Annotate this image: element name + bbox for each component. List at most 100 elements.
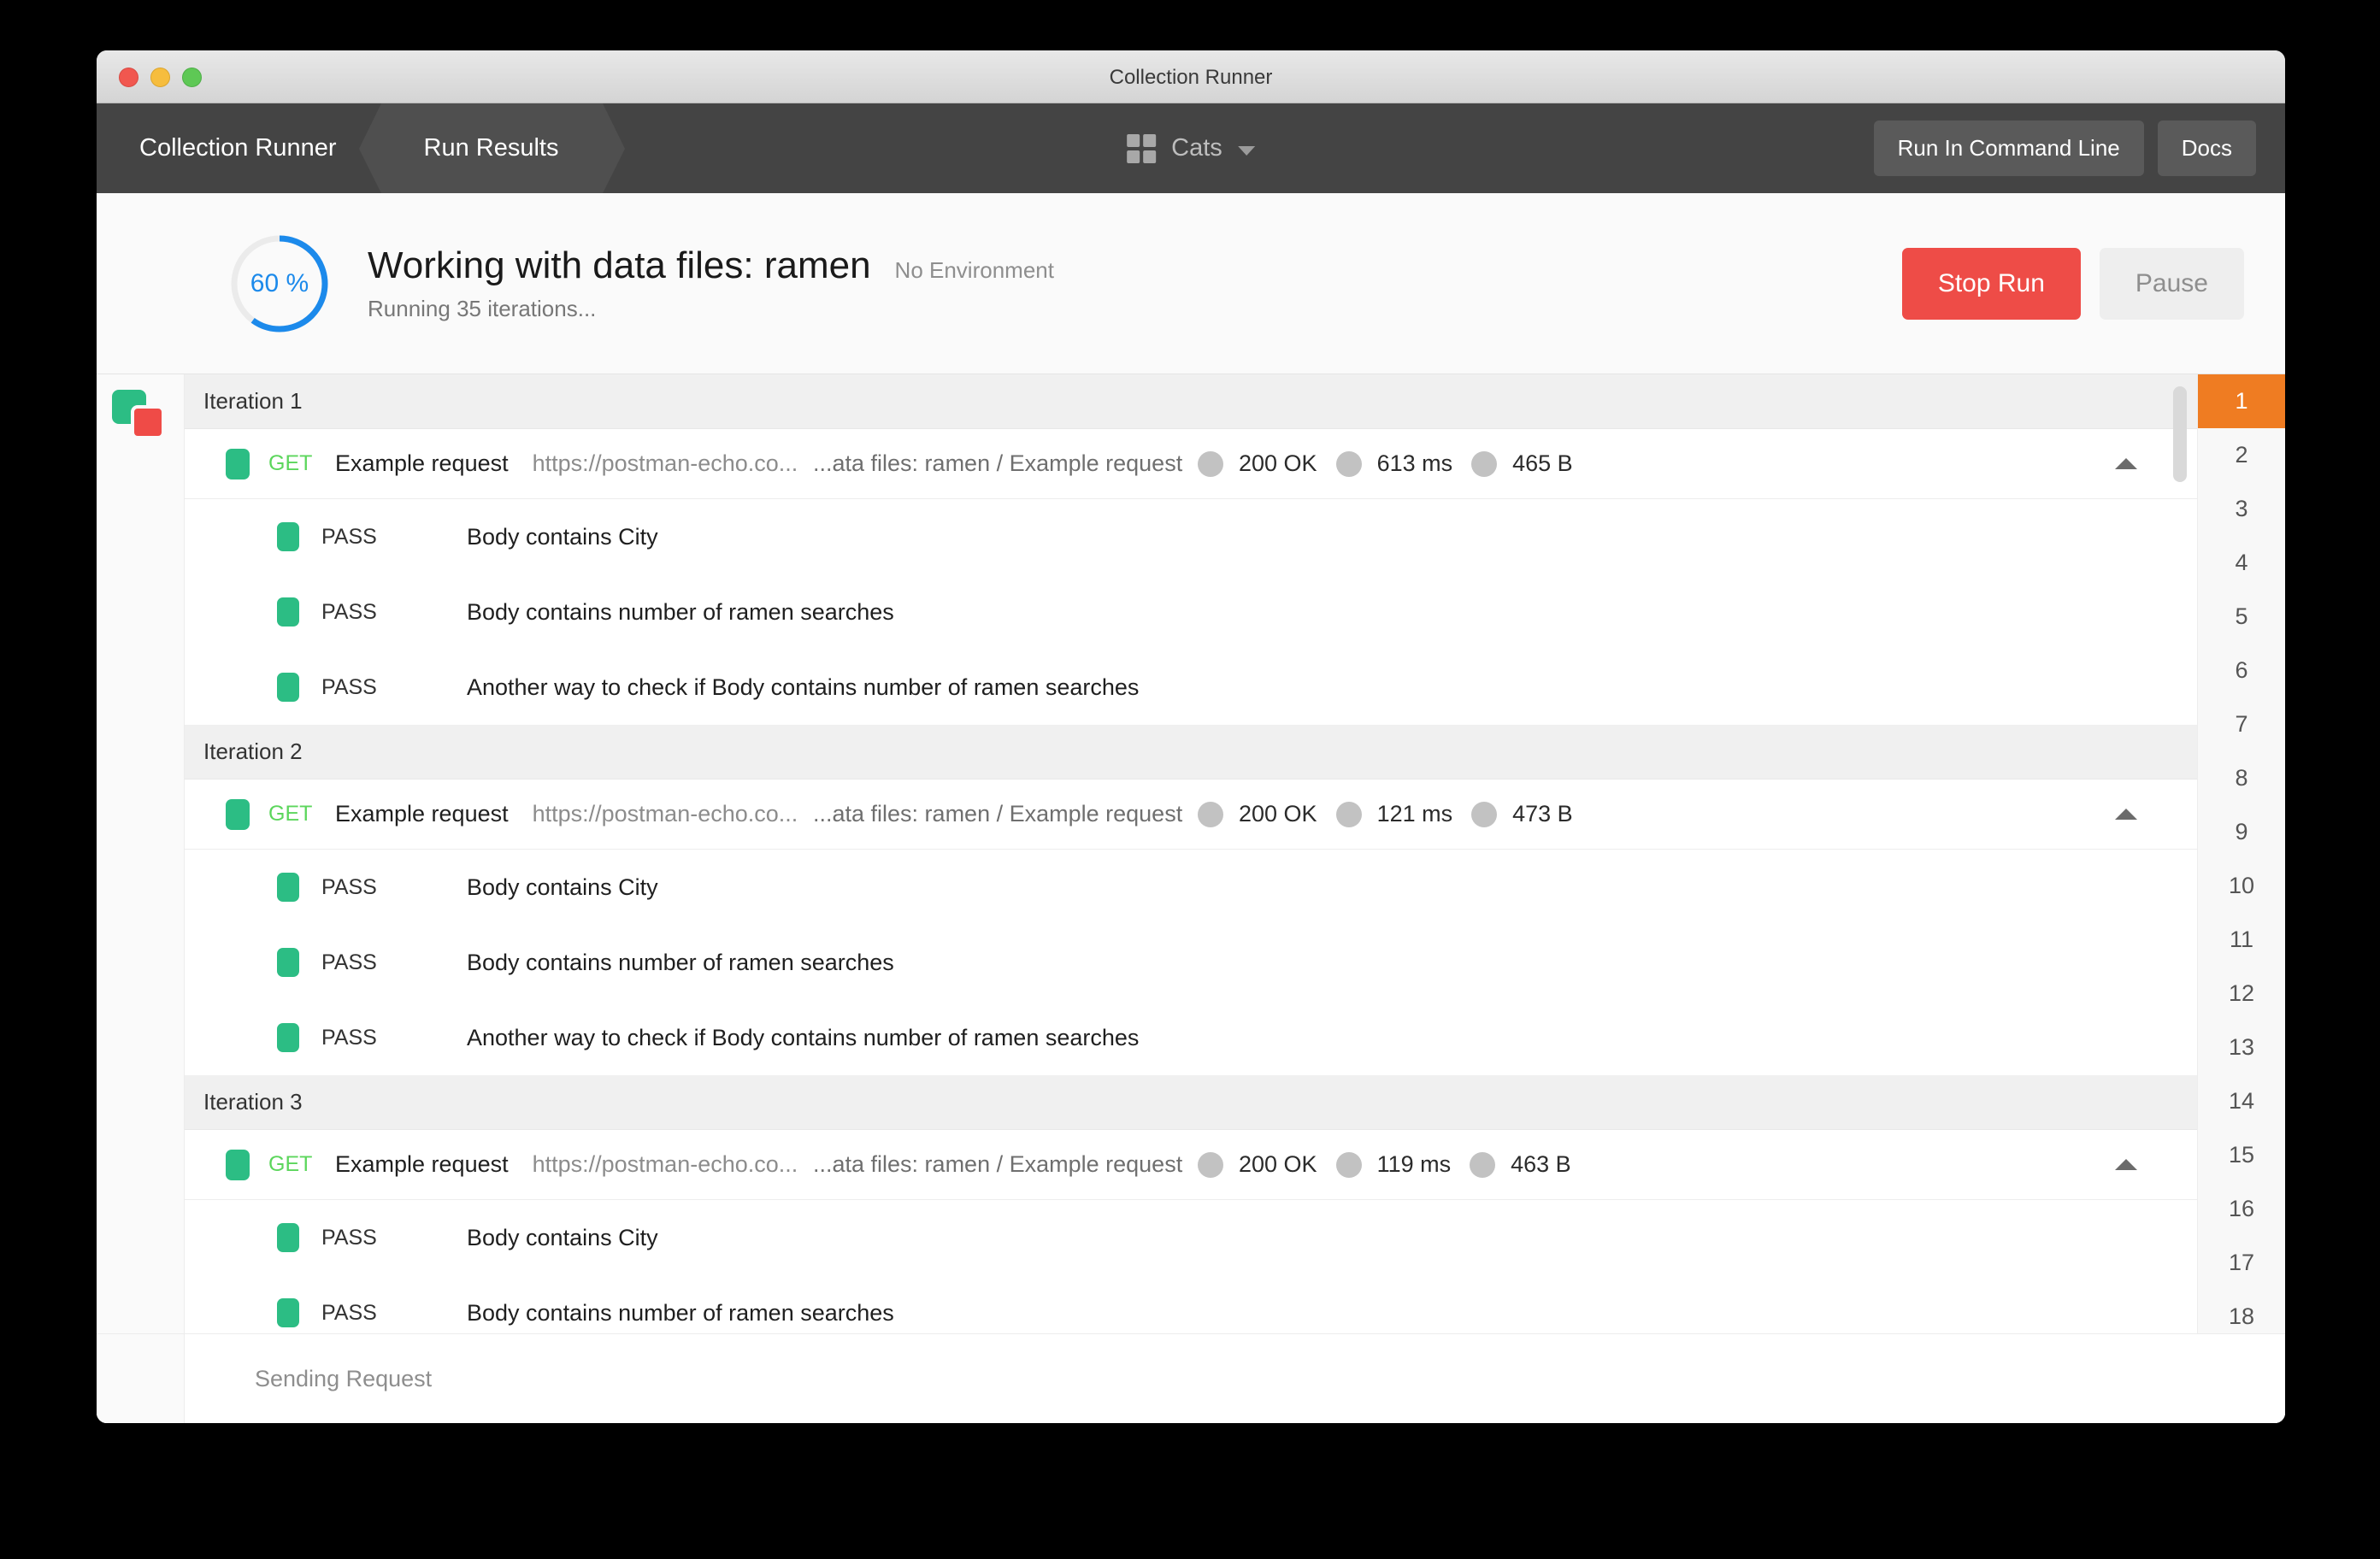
collection-selector[interactable]: Cats [1127,133,1255,163]
iteration-sidebar[interactable]: 12345678910111213141516171819 [2197,374,2285,1423]
iteration-sidebar-item[interactable]: 11 [2198,913,2285,967]
iteration-sidebar-item[interactable]: 3 [2198,482,2285,536]
test-row: PASS Body contains number of ramen search… [185,925,2197,1000]
progress-percent-label: 60 % [250,268,309,297]
run-status-text: Running 35 iterations... [368,296,597,321]
request-url: https://postman-echo.co... [532,801,798,827]
test-status-square-icon [277,522,299,551]
iteration-header: Iteration 1 [185,374,2197,429]
request-path: ...ata files: ramen / Example request [813,450,1183,476]
fail-square-icon [131,405,165,439]
iteration-sidebar-item[interactable]: 17 [2198,1236,2285,1290]
test-row: PASS Body contains City [185,850,2197,925]
iteration-sidebar-item[interactable]: 2 [2198,428,2285,482]
iteration-sidebar-item[interactable]: 14 [2198,1074,2285,1128]
test-name: Body contains number of ramen searches [467,1299,894,1326]
results-list[interactable]: Iteration 1 GET Example request https://pos… [185,374,2197,1423]
iteration-sidebar-item[interactable]: 5 [2198,590,2285,644]
test-row: PASS Body contains City [185,1200,2197,1275]
results-body: Iteration 1 GET Example request https://pos… [97,374,2285,1423]
docs-button[interactable]: Docs [2157,121,2256,176]
status-code: 200 OK [1239,1151,1317,1177]
request-name: Example request [335,1151,509,1177]
test-name: Body contains City [467,874,658,900]
left-rail [97,374,185,1423]
stop-run-button[interactable]: Stop Run [1901,247,2081,320]
iteration-sidebar-item[interactable]: 7 [2198,697,2285,751]
grid-icon [1127,133,1157,163]
request-url: https://postman-echo.co... [532,450,798,476]
results-list-inner: Iteration 1 GET Example request https://pos… [185,374,2197,1423]
response-time: 613 ms [1376,450,1453,476]
iteration-sidebar-item[interactable]: 1 [2198,374,2285,428]
request-row[interactable]: GET Example request https://postman-echo.c… [185,429,2197,499]
test-name: Body contains City [467,1224,658,1250]
results-scrollbar-thumb[interactable] [2173,386,2187,482]
test-row: PASS Body contains number of ramen search… [185,574,2197,650]
iteration-sidebar-item[interactable]: 13 [2198,1021,2285,1074]
request-status-square-icon [226,798,250,830]
test-status-square-icon [277,1223,299,1252]
time-dot-icon [1335,1151,1362,1178]
run-title: Working with data files: ramen [368,244,871,286]
request-status-square-icon [226,448,250,479]
results-scrollbar[interactable] [2173,386,2187,1411]
request-name: Example request [335,450,509,476]
request-metrics: 200 OK 119 ms 463 B [1198,1151,1571,1178]
response-size: 465 B [1512,450,1573,476]
request-method: GET [268,451,313,475]
test-status-square-icon [277,873,299,902]
response-size: 473 B [1512,801,1573,827]
top-navigation-bar: Collection Runner Run Results Cats Run I… [97,103,2285,193]
test-name: Another way to check if Body contains nu… [467,1024,1140,1050]
metric-status: 200 OK [1198,1151,1317,1178]
test-result: PASS [321,674,377,699]
request-path: ...ata files: ramen / Example request [813,801,1183,827]
run-in-command-line-button[interactable]: Run In Command Line [1873,121,2144,176]
iteration-sidebar-item[interactable]: 9 [2198,805,2285,859]
test-status-square-icon [277,1023,299,1052]
status-dot-icon [1198,1151,1223,1178]
iteration-sidebar-item[interactable]: 6 [2198,644,2285,697]
request-url: https://postman-echo.co... [532,1151,798,1177]
iteration-sidebar-item[interactable]: 10 [2198,859,2285,913]
metric-size: 465 B [1471,450,1573,477]
metric-size: 473 B [1471,801,1573,827]
iteration-sidebar-item[interactable]: 4 [2198,536,2285,590]
request-method: GET [268,1152,313,1176]
test-result: PASS [321,874,377,899]
iteration-sidebar-item[interactable]: 15 [2198,1128,2285,1182]
topnav-actions: Run In Command Line Docs [1873,121,2256,176]
test-result: PASS [321,1025,377,1050]
test-result: PASS [321,1225,377,1250]
request-method: GET [268,802,313,826]
test-row: PASS Body contains City [185,499,2197,574]
request-metrics: 200 OK 121 ms 473 B [1198,801,1573,827]
collection-name-label: Cats [1171,134,1222,162]
test-status-square-icon [277,597,299,627]
time-dot-icon [1335,450,1362,477]
response-time: 121 ms [1376,801,1453,827]
iteration-sidebar-item[interactable]: 12 [2198,967,2285,1021]
chevron-up-icon[interactable] [2115,1159,2137,1170]
status-code: 200 OK [1239,801,1317,827]
chevron-up-icon[interactable] [2115,809,2137,820]
test-row: PASS Another way to check if Body contain… [185,1000,2197,1075]
tab-run-results[interactable]: Run Results [358,103,626,193]
test-result: PASS [321,599,377,624]
request-status-square-icon [226,1149,250,1180]
iteration-header: Iteration 3 [185,1075,2197,1130]
request-name: Example request [335,801,509,827]
iteration-sidebar-item[interactable]: 16 [2198,1182,2285,1236]
run-summary-bar: 60 % Working with data files: ramen No E… [97,193,2285,374]
size-dot-icon [1471,450,1498,477]
request-row[interactable]: GET Example request https://postman-echo.c… [185,1130,2197,1200]
request-row[interactable]: GET Example request https://postman-echo.c… [185,780,2197,850]
chevron-up-icon[interactable] [2115,458,2137,469]
iteration-sidebar-item[interactable]: 8 [2198,751,2285,805]
run-controls: Stop Run Pause [1901,247,2244,320]
tab-collection-runner[interactable]: Collection Runner [97,103,381,193]
pass-fail-squares-icon[interactable] [112,390,168,439]
status-bar-spacer [97,1334,185,1423]
pause-button[interactable]: Pause [2099,247,2244,320]
